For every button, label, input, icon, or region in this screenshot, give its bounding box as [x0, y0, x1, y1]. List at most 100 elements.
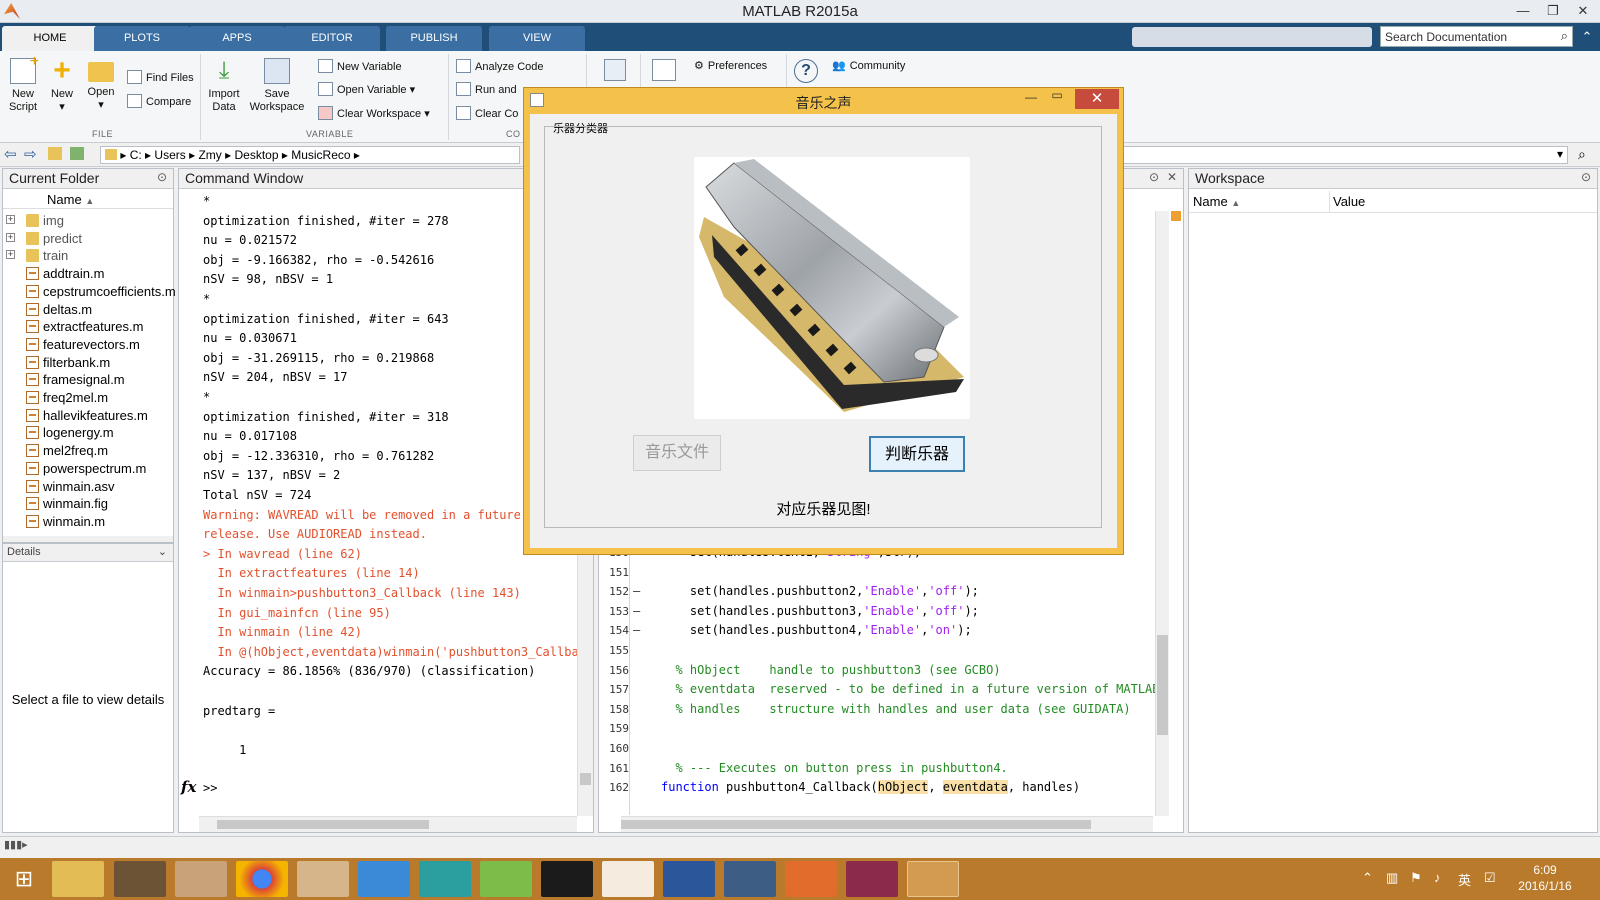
import-data-button[interactable]: ⤓ Import Data [204, 58, 244, 114]
file-list-item[interactable]: addtrain.m [3, 265, 175, 283]
breakpoint-marker[interactable]: – [633, 604, 640, 618]
file-list-item[interactable]: winmain.asv [3, 478, 175, 496]
expand-icon[interactable]: + [6, 232, 15, 242]
preferences-button[interactable]: ⚙ Preferences [694, 59, 767, 72]
close-icon[interactable]: ✕ [1568, 0, 1598, 23]
music-file-button[interactable]: 音乐文件 [633, 435, 721, 471]
code-line[interactable]: 153– set(handles.pushbutton3,'Enable','o… [599, 604, 1159, 622]
code-line[interactable]: 161 % --- Executes on button press in pu… [599, 761, 1159, 779]
panel-menu-icon[interactable]: ⊙ [1581, 170, 1591, 184]
editor-vertical-scrollbar[interactable] [1155, 211, 1169, 816]
help-button[interactable]: ? [792, 59, 820, 87]
cloud-app-icon[interactable] [358, 861, 410, 897]
run-and-time-button[interactable]: Run and [456, 82, 517, 96]
tool-icon[interactable] [297, 861, 349, 897]
scroll-thumb[interactable] [621, 820, 1091, 829]
file-list-item[interactable]: winmain.fig [3, 495, 175, 513]
code-line[interactable]: 157 % eventdata reserved - to be defined… [599, 682, 1159, 700]
code-line[interactable]: 156 % hObject handle to pushbutton3 (see… [599, 663, 1159, 681]
visio-icon[interactable] [663, 861, 715, 897]
classify-instrument-button[interactable]: 判断乐器 [869, 436, 965, 472]
maximize-icon[interactable]: ▭ [1047, 88, 1067, 102]
path-segment[interactable]: C: [130, 148, 142, 162]
notification-icon[interactable]: ☑ [1484, 870, 1496, 886]
tab-home[interactable]: HOME [2, 26, 98, 51]
analyze-code-button[interactable]: Analyze Code [456, 59, 544, 73]
value-column-header[interactable]: Value [1333, 194, 1365, 209]
code-line[interactable]: 151 [599, 565, 1159, 583]
show-hidden-icons-icon[interactable]: ⌃ [1362, 870, 1373, 886]
command-horizontal-scrollbar[interactable] [199, 816, 577, 832]
flag-icon[interactable]: ⚑ [1410, 870, 1422, 886]
file-list-item[interactable]: winmain.m [3, 513, 175, 531]
open-button[interactable]: Open ▾ [84, 58, 118, 112]
file-list-item[interactable]: filterbank.m [3, 354, 175, 372]
tab-plots[interactable]: PLOTS [94, 26, 190, 51]
sublime-text-icon[interactable] [114, 861, 166, 897]
command-prompt[interactable]: >> [203, 781, 217, 795]
fx-icon[interactable]: fx [181, 778, 196, 796]
clock[interactable]: 6:09 2016/1/16 [1510, 862, 1580, 894]
new-variable-button[interactable]: New Variable [318, 59, 402, 73]
app-icon[interactable] [419, 861, 471, 897]
input-method-indicator[interactable]: 英 [1458, 870, 1471, 889]
file-list-item[interactable]: framesignal.m [3, 371, 175, 389]
file-list-item[interactable]: hallevikfeatures.m [3, 407, 175, 425]
file-list-item[interactable]: logenergy.m [3, 424, 175, 442]
chevron-down-icon[interactable]: ⌄ [158, 545, 167, 558]
scroll-thumb[interactable] [580, 773, 591, 785]
tab-apps[interactable]: APPS [189, 26, 285, 51]
panel-menu-icon[interactable]: ⊙ [1149, 170, 1159, 184]
winrar-icon[interactable] [846, 861, 898, 897]
code-line[interactable]: 159 [599, 721, 1159, 739]
code-line[interactable]: 162 function pushbutton4_Callback(hObject… [599, 780, 1159, 798]
file-list-item[interactable]: extractfeatures.m [3, 318, 175, 336]
up-folder-icon[interactable] [48, 147, 62, 160]
path-segment[interactable]: MusicReco [291, 148, 350, 162]
file-list-item[interactable]: cepstrumcoefficients.m [3, 283, 175, 301]
scroll-thumb[interactable] [217, 820, 429, 829]
file-list-item[interactable]: powerspectrum.m [3, 460, 175, 478]
search-icon[interactable]: ⌕ [1561, 28, 1568, 44]
details-header[interactable]: Details ⌄ [3, 544, 173, 562]
network-icon[interactable]: ▥ [1386, 870, 1398, 886]
close-editor-icon[interactable]: ✕ [1167, 170, 1177, 184]
breakpoint-marker[interactable]: – [633, 623, 640, 637]
code-line[interactable]: 154– set(handles.pushbutton4,'Enable','o… [599, 623, 1159, 641]
maximize-icon[interactable]: ❐ [1538, 0, 1568, 23]
tab-editor[interactable]: EDITOR [284, 26, 380, 51]
current-path-field[interactable]: ▸ C: ▸ Users ▸ Zmy ▸ Desktop ▸ MusicReco… [100, 146, 520, 164]
file-explorer-icon[interactable] [52, 861, 104, 897]
close-icon[interactable]: ✕ [1075, 89, 1119, 109]
command-prompt-icon[interactable] [541, 861, 593, 897]
file-list-item[interactable]: featurevectors.m [3, 336, 175, 354]
simulink-button[interactable] [602, 59, 628, 85]
clear-workspace-button[interactable]: Clear Workspace ▾ [318, 106, 430, 120]
path-segment[interactable]: Users [154, 148, 185, 162]
app-icon[interactable] [785, 861, 837, 897]
file-list-item[interactable]: deltas.m [3, 301, 175, 319]
find-files-button[interactable]: Find Files [127, 70, 194, 84]
quick-access-toolbar[interactable] [1132, 27, 1372, 47]
app-icon[interactable] [480, 861, 532, 897]
new-script-button[interactable]: + New Script [4, 54, 42, 114]
open-variable-button[interactable]: Open Variable ▾ [318, 82, 415, 96]
expand-icon[interactable]: + [6, 250, 15, 260]
file-list-item[interactable]: freq2mel.m [3, 389, 175, 407]
file-list-item[interactable]: + predict [3, 230, 175, 248]
save-workspace-button[interactable]: Save Workspace [248, 58, 306, 114]
chrome-icon[interactable] [236, 861, 288, 897]
minimize-icon[interactable]: — [1508, 0, 1538, 23]
breakpoint-marker[interactable]: – [633, 584, 640, 598]
collapse-ribbon-icon[interactable]: ⌃ [1572, 26, 1600, 49]
paint-icon[interactable] [175, 861, 227, 897]
mysql-icon[interactable] [724, 861, 776, 897]
search-documentation-input[interactable]: Search Documentation ⌕ [1380, 26, 1573, 47]
volume-icon[interactable]: ♪ [1434, 870, 1441, 885]
layout-button[interactable] [650, 59, 678, 85]
scroll-thumb[interactable] [1157, 635, 1168, 735]
forward-icon[interactable]: ⇨ [24, 145, 37, 163]
path-segment[interactable]: Zmy [198, 148, 221, 162]
code-line[interactable]: 158 % handles structure with handles and… [599, 702, 1159, 720]
matlab-taskbar-icon[interactable] [907, 861, 959, 897]
